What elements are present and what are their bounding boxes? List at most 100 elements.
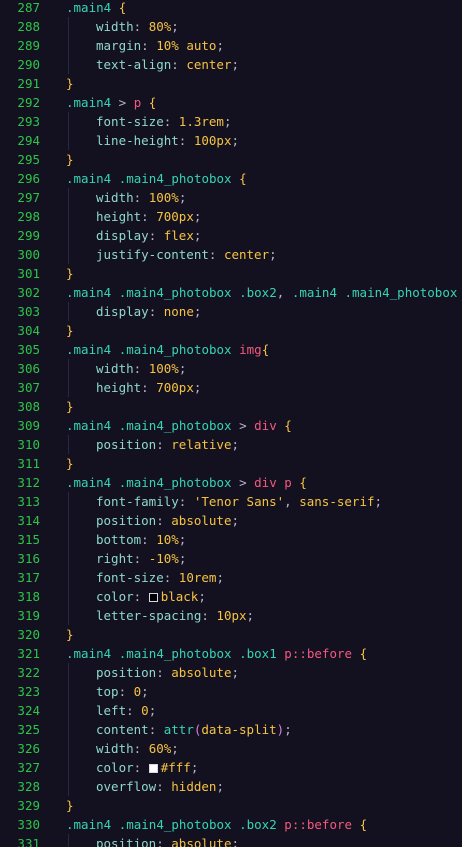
line-number: 324 [17, 703, 40, 718]
line-number: 316 [17, 551, 40, 566]
code-line[interactable]: 302 .main4 .main4_photobox .box2, .main4 … [0, 283, 462, 302]
code-token: 700px [156, 209, 194, 224]
code-token: : [156, 665, 172, 680]
code-token: black [160, 589, 199, 604]
code-line[interactable]: 297 width: 100%; [0, 188, 462, 207]
code-line[interactable]: 287 .main4 { [0, 0, 462, 17]
code-token: .main4 [66, 646, 112, 661]
code-token: ; [141, 684, 149, 699]
code-token: color [96, 589, 134, 604]
code-line[interactable]: 296 .main4 .main4_photobox { [0, 169, 462, 188]
code-line[interactable]: 326 width: 60%; [0, 739, 462, 758]
code-line[interactable]: 301} [0, 264, 462, 283]
line-number: 315 [17, 532, 40, 547]
code-line[interactable]: 295} [0, 150, 462, 169]
code-token: right [96, 551, 134, 566]
code-line[interactable]: 303 display: none; [0, 302, 462, 321]
code-line[interactable]: 316 right: -10%; [0, 549, 462, 568]
code-line[interactable]: 320} [0, 625, 462, 644]
code-token: ; [231, 665, 240, 680]
code-line[interactable]: 331 position: absolute; [0, 834, 462, 847]
code-line[interactable]: 304} [0, 321, 462, 340]
code-line[interactable]: 299 display: flex; [0, 226, 462, 245]
code-line[interactable]: 327 color: #fff; [0, 758, 462, 777]
code-line[interactable]: 325 content: attr(data-split); [0, 720, 462, 739]
code-line[interactable]: 291} [0, 74, 462, 93]
code-token: , [284, 494, 300, 509]
code-token: content [96, 722, 149, 737]
code-token: font-family [96, 494, 179, 509]
color-swatch-icon[interactable] [148, 764, 158, 773]
code-line[interactable]: 313 font-family: 'Tenor Sans', sans-serif… [0, 492, 462, 511]
line-number: 314 [17, 513, 40, 528]
code-text: display: flex; [96, 226, 201, 245]
code-token: p [284, 646, 292, 661]
code-line[interactable]: 300 justify-content: center; [0, 245, 462, 264]
indent-guide [68, 834, 69, 847]
indent-guide [68, 739, 69, 758]
code-text: font-size: 10rem; [96, 568, 224, 587]
code-line[interactable]: 308} [0, 397, 462, 416]
code-line[interactable]: 318 color: black; [0, 587, 462, 606]
code-token: position [96, 836, 157, 847]
code-line[interactable]: 293 font-size: 1.3rem; [0, 112, 462, 131]
code-token: ; [193, 380, 202, 395]
indent-guide [68, 131, 69, 150]
code-token: height [96, 209, 142, 224]
indent-guide [68, 568, 69, 587]
color-swatch-icon[interactable] [148, 593, 158, 602]
code-text: line-height: 100px; [96, 131, 239, 150]
code-line[interactable]: 321 .main4 .main4_photobox .box1 p::befor… [0, 644, 462, 663]
code-line[interactable]: 309 .main4 .main4_photobox > div { [0, 416, 462, 435]
code-line[interactable]: 292 .main4 > p { [0, 93, 462, 112]
code-line[interactable]: 289 margin: 10% auto; [0, 36, 462, 55]
line-number: 331 [17, 836, 40, 847]
code-text: text-align: center; [96, 55, 239, 74]
code-token: 0 [141, 703, 149, 718]
code-token: .main4 [291, 285, 337, 300]
code-token: font-size [96, 570, 164, 585]
code-token: } [66, 456, 74, 471]
code-line[interactable]: 329} [0, 796, 462, 815]
code-line[interactable]: 290 text-align: center; [0, 55, 462, 74]
code-token: 10px [216, 608, 247, 623]
code-line[interactable]: 311} [0, 454, 462, 473]
code-token: ; [216, 570, 224, 585]
code-token: : [156, 836, 172, 847]
code-line[interactable]: 294 line-height: 100px; [0, 131, 462, 150]
code-line[interactable]: 298 height: 700px; [0, 207, 462, 226]
code-line[interactable]: 314 position: absolute; [0, 511, 462, 530]
code-token: } [66, 323, 74, 338]
code-line[interactable]: 319 letter-spacing: 10px; [0, 606, 462, 625]
code-line[interactable]: 307 height: 700px; [0, 378, 462, 397]
code-token: none [163, 304, 194, 319]
code-line[interactable]: 323 top: 0; [0, 682, 462, 701]
code-token: ::before [291, 646, 353, 661]
code-line[interactable]: 306 width: 100%; [0, 359, 462, 378]
line-number: 304 [17, 323, 40, 338]
code-line[interactable]: 317 font-size: 10rem; [0, 568, 462, 587]
code-line[interactable]: 324 left: 0; [0, 701, 462, 720]
code-line[interactable]: 312 .main4 .main4_photobox > div p { [0, 473, 462, 492]
code-line[interactable]: 310 position: relative; [0, 435, 462, 454]
code-token: : [133, 741, 149, 756]
code-token: letter-spacing [96, 608, 202, 623]
code-line[interactable]: 305 .main4 .main4_photobox img{ [0, 340, 462, 359]
line-number: 323 [17, 684, 40, 699]
code-line[interactable]: 288 width: 80%; [0, 17, 462, 36]
code-token: : [163, 570, 179, 585]
code-token: .main4 [66, 418, 112, 433]
code-line[interactable]: 315 bottom: 10%; [0, 530, 462, 549]
code-line[interactable]: 330 .main4 .main4_photobox .box2 p::befor… [0, 815, 462, 834]
code-line[interactable]: 322 position: absolute; [0, 663, 462, 682]
code-line[interactable]: 328 overflow: hidden; [0, 777, 462, 796]
code-editor[interactable]: 287 .main4 {288 width: 80%; 289 margin: 10% … [0, 0, 462, 847]
line-number: 300 [17, 247, 40, 262]
code-token: ; [171, 19, 179, 34]
